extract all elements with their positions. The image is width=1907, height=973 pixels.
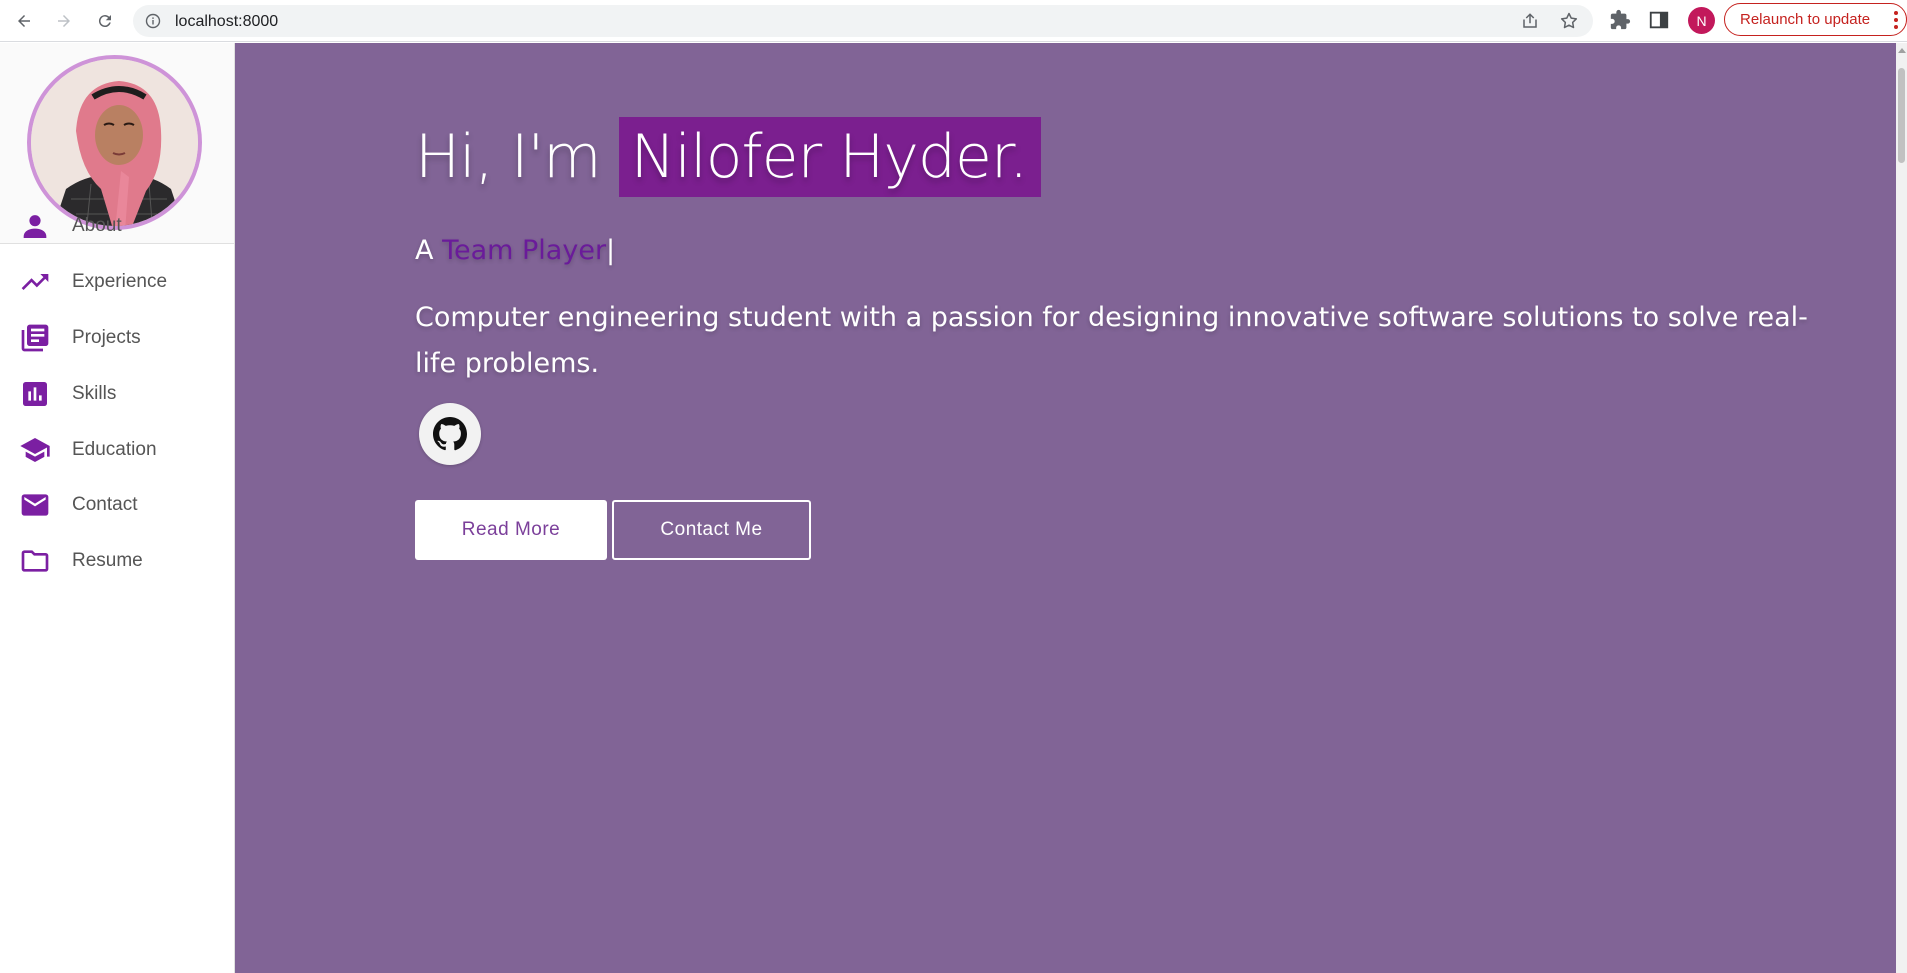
relaunch-button[interactable]: Relaunch to update [1724, 3, 1907, 36]
sidebar: About Experience Projects Skills Educati… [0, 43, 235, 973]
sidebar-item-projects[interactable]: Projects [0, 315, 234, 361]
address-bar[interactable]: localhost:8000 [133, 5, 1593, 37]
sidebar-item-experience[interactable]: Experience [0, 259, 234, 305]
menu-dots-icon[interactable] [1894, 11, 1898, 29]
reload-button[interactable] [92, 8, 118, 34]
browser-toolbar: localhost:8000 N Relaunch to update [0, 0, 1907, 42]
info-icon[interactable] [145, 13, 161, 29]
extensions-puzzle-icon[interactable] [1609, 9, 1631, 31]
github-link[interactable] [419, 403, 481, 465]
contact-me-button[interactable]: Contact Me [612, 500, 811, 560]
forward-arrow-icon [58, 15, 70, 27]
sidebar-item-label: Contact [72, 494, 138, 515]
forward-button[interactable] [51, 8, 77, 34]
reload-icon [98, 15, 111, 28]
back-arrow-icon [18, 15, 30, 27]
scroll-up-arrow-icon[interactable] [1898, 48, 1906, 53]
greeting-text: Hi, I'm [415, 122, 602, 192]
sidebar-item-education[interactable]: Education [0, 427, 234, 473]
relaunch-label: Relaunch to update [1740, 11, 1871, 28]
sidebar-item-label: Resume [72, 550, 143, 571]
hero-section: Hi, I'm Nilofer Hyder. A Team Player| Co… [235, 43, 1896, 973]
graduation-cap-icon [18, 433, 52, 467]
sidebar-item-resume[interactable]: Resume [0, 538, 234, 584]
read-more-button[interactable]: Read More [415, 500, 607, 560]
typed-role: Team Player [442, 235, 607, 266]
page-scrollbar[interactable] [1896, 43, 1907, 973]
back-button[interactable] [11, 8, 37, 34]
library-books-icon [18, 321, 52, 355]
hero-description: Computer engineering student with a pass… [415, 302, 1808, 379]
sidebar-item-label: Experience [72, 271, 168, 292]
sidebar-item-about[interactable]: About [0, 203, 234, 249]
profile-avatar[interactable]: N [1688, 7, 1715, 34]
sidebar-item-contact[interactable]: Contact [0, 482, 234, 528]
hero-heading: Hi, I'm Nilofer Hyder. [415, 117, 1042, 197]
sidebar-item-skills[interactable]: Skills [0, 371, 234, 417]
sidebar-item-label: Education [72, 439, 157, 460]
share-icon[interactable] [1521, 12, 1539, 30]
trending-up-icon [18, 265, 52, 299]
person-icon [18, 209, 52, 243]
folder-icon [18, 544, 52, 578]
side-panel-icon[interactable] [1648, 9, 1670, 31]
typing-cursor: | [606, 235, 616, 266]
bar-chart-icon [18, 377, 52, 411]
scrollbar-thumb[interactable] [1898, 68, 1905, 163]
tagline-prefix: A [415, 235, 434, 266]
sidebar-item-label: About [72, 215, 122, 236]
url-text[interactable]: localhost:8000 [175, 13, 278, 31]
sidebar-item-label: Projects [72, 327, 141, 348]
name-highlight: Nilofer Hyder. [618, 117, 1042, 197]
tagline: A Team Player| [415, 235, 615, 266]
github-icon [433, 417, 467, 451]
sidebar-item-label: Skills [72, 383, 117, 404]
bookmark-star-icon[interactable] [1559, 11, 1579, 31]
mail-icon [18, 488, 52, 522]
